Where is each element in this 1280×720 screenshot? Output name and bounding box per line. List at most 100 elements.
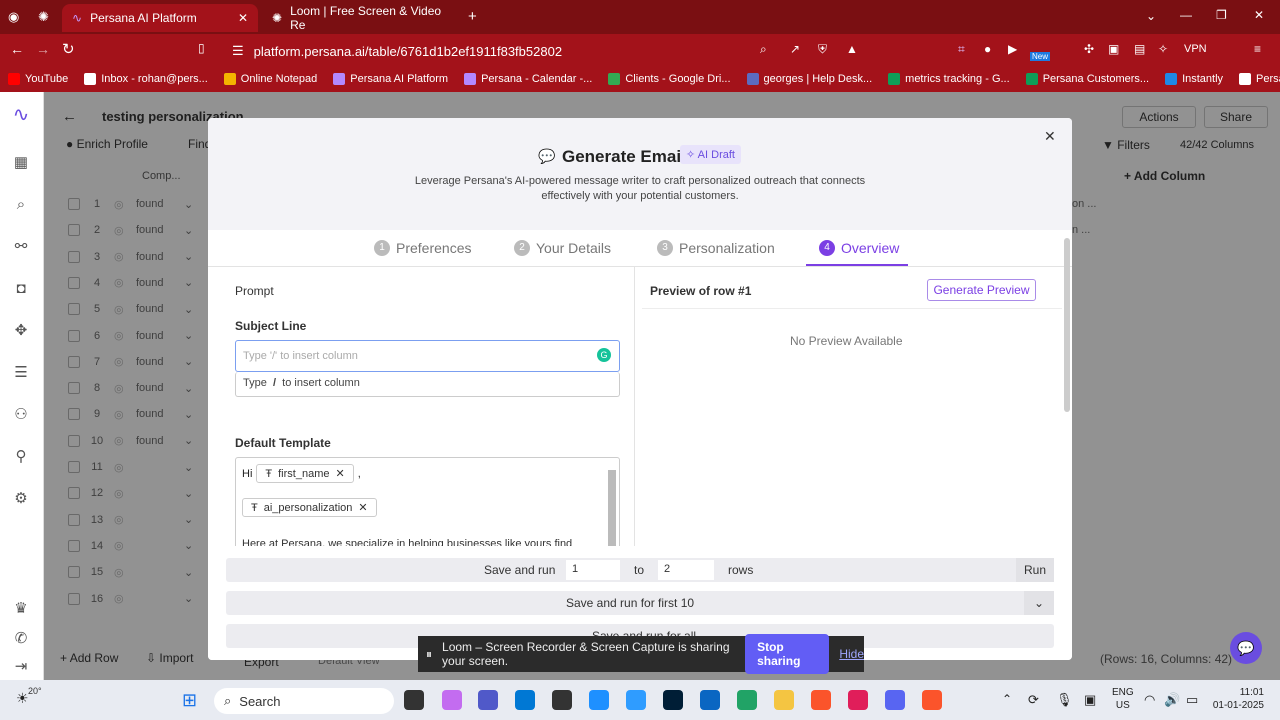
bookmark-icon[interactable]: ▯ — [198, 41, 205, 55]
forward-icon[interactable]: → — [36, 41, 50, 57]
bookmark-metrics[interactable]: metrics tracking - G... — [880, 73, 1018, 85]
loom-extension-icon[interactable]: ✺ — [38, 9, 49, 25]
search-icon[interactable]: ⌕ — [12, 196, 30, 214]
tray-chevron-icon[interactable]: ⌃ — [1002, 692, 1012, 706]
settings-icon[interactable]: ⚙ — [12, 490, 30, 508]
extensions-icon[interactable]: ✣ — [1084, 42, 1094, 56]
copilot-icon[interactable] — [442, 690, 462, 710]
step-personalization[interactable]: 3 Personalization — [657, 240, 775, 256]
bookmark-helpdesk[interactable]: georges | Help Desk... — [739, 73, 881, 85]
subject-line-input[interactable]: Type '/' to insert column G — [235, 340, 620, 372]
reload-icon[interactable]: ↻ — [62, 40, 75, 58]
language-indicator[interactable]: ENG US — [1112, 686, 1134, 712]
close-modal-icon[interactable]: ✕ — [1044, 128, 1056, 145]
outlook-icon[interactable] — [515, 690, 535, 710]
template-editor[interactable]: Hi Ŧfirst_name ✕ , Ŧai_personalization ✕ H… — [235, 457, 620, 557]
flow-icon[interactable]: ⚯ — [12, 238, 30, 256]
tab-persana[interactable]: ∿ Persana AI Platform ✕ — [62, 4, 258, 32]
bookmark-instantly[interactable]: Instantly — [1157, 73, 1231, 85]
windows-start-icon[interactable]: ⊞ — [182, 690, 197, 711]
vpn-button[interactable]: VPN — [1184, 43, 1207, 55]
users-icon[interactable]: ⚇ — [12, 406, 30, 424]
close-window-icon[interactable]: ✕ — [1254, 8, 1264, 22]
extension-icon[interactable]: ● — [984, 42, 991, 56]
leo-ai-icon[interactable]: ✧ — [1158, 42, 1168, 56]
bookmark-drive[interactable]: Clients - Google Dri... — [600, 73, 738, 85]
capture-icon[interactable]: ▣ — [1084, 692, 1096, 708]
extension-icon[interactable]: ▶ — [1008, 42, 1017, 56]
tab-loom[interactable]: ✺ Loom | Free Screen & Video Re — [262, 4, 458, 32]
chat-support-icon[interactable]: 💬 — [1230, 632, 1262, 664]
ai-personalization-chip[interactable]: Ŧai_personalization ✕ — [242, 498, 377, 517]
step-overview[interactable]: 4 Overview — [819, 240, 899, 256]
brave-rewards-icon[interactable]: ▲ — [846, 42, 858, 56]
to-row-input[interactable]: 2 — [658, 560, 714, 580]
modal-scrollbar[interactable] — [1064, 238, 1070, 412]
generate-preview-button[interactable]: Generate Preview — [927, 279, 1036, 301]
mic-icon[interactable]: 🎙 — [1056, 692, 1073, 708]
notion-icon[interactable] — [552, 690, 572, 710]
back-icon[interactable]: ← — [10, 41, 24, 57]
sync-icon[interactable]: ⟳ — [1028, 692, 1039, 708]
first-name-chip[interactable]: Ŧfirst_name ✕ — [256, 464, 354, 483]
save-run-first-10-button[interactable]: Save and run for first 10 ⌄ — [226, 591, 1054, 615]
logout-icon[interactable]: ⇥ — [12, 658, 30, 676]
phone-icon[interactable]: ✆ — [12, 630, 30, 648]
maximize-icon[interactable]: ❐ — [1216, 8, 1227, 22]
from-row-input[interactable]: 1 — [566, 560, 620, 580]
app-icon[interactable] — [737, 690, 757, 710]
battery-icon[interactable]: ▭ — [1186, 692, 1198, 708]
app-icon[interactable] — [589, 690, 609, 710]
grammarly-icon[interactable]: G — [597, 348, 611, 362]
puzzle-icon[interactable]: ✥ — [12, 322, 30, 340]
bookmark-inbox[interactable]: Inbox - rohan@pers... — [76, 73, 216, 85]
step-preferences[interactable]: 1 Preferences — [374, 240, 471, 256]
browser-menu-icon[interactable]: ◉ — [8, 9, 19, 25]
bookmark-customers[interactable]: Persana Customers... — [1018, 73, 1157, 85]
menu-icon[interactable]: ≡ — [1254, 42, 1261, 56]
volume-icon[interactable]: 🔊 — [1164, 692, 1180, 708]
bookmark-notepad[interactable]: Online Notepad — [216, 73, 325, 85]
slack-icon[interactable] — [848, 690, 868, 710]
minimize-icon[interactable]: — — [1180, 8, 1192, 22]
taskbar-search[interactable]: ⌕ Search — [214, 688, 394, 714]
bookmark-persana-ai[interactable]: Persana AI — [1231, 73, 1280, 85]
brave-shield-icon[interactable]: ⛨ — [818, 42, 827, 57]
site-info-icon[interactable]: ☰ — [232, 43, 244, 59]
new-tab-icon[interactable]: + — [468, 8, 477, 25]
template-scrollbar[interactable] — [608, 470, 616, 556]
hide-button[interactable]: Hide — [839, 647, 864, 661]
teams-icon[interactable] — [478, 690, 498, 710]
brave-icon[interactable] — [922, 690, 942, 710]
list-icon[interactable]: ☰ — [12, 364, 30, 382]
wifi-icon[interactable]: ◠ — [1144, 692, 1155, 708]
address-field[interactable]: ☰ platform.persana.ai/table/6761d1b2ef19… — [232, 40, 882, 62]
extension-icon[interactable]: ⌗ — [958, 42, 965, 57]
clock[interactable]: 11:01 01-01-2025 — [1208, 686, 1264, 712]
brave-icon[interactable] — [811, 690, 831, 710]
wallet-icon[interactable]: ▤ — [1134, 42, 1145, 56]
task-view-icon[interactable] — [404, 690, 424, 710]
photoshop-icon[interactable] — [663, 690, 683, 710]
close-tab-icon[interactable]: ✕ — [238, 11, 248, 25]
linkedin-icon[interactable] — [700, 690, 720, 710]
zoom-icon[interactable]: ⌕ — [760, 42, 767, 57]
sidebar-icon[interactable]: ▣ — [1108, 42, 1119, 56]
chevron-down-icon[interactable]: ⌄ — [1024, 591, 1054, 615]
run-button[interactable]: Run — [1016, 558, 1054, 582]
grid-icon[interactable]: ▦ — [12, 154, 30, 172]
file-explorer-icon[interactable] — [774, 690, 794, 710]
step-your-details[interactable]: 2 Your Details — [514, 240, 611, 256]
bookmark-calendar[interactable]: Persana - Calendar -... — [456, 73, 600, 85]
integrations-icon[interactable]: ⚲ — [12, 448, 30, 466]
weather-icon[interactable]: ☀ — [16, 690, 29, 707]
tab-search-icon[interactable]: ⌄ — [1146, 9, 1156, 23]
canva-icon[interactable] — [626, 690, 646, 710]
stop-sharing-button[interactable]: Stop sharing — [745, 634, 830, 674]
share-page-icon[interactable]: ↗ — [790, 42, 800, 56]
bookmark-youtube[interactable]: YouTube — [0, 73, 76, 85]
drag-handle-icon[interactable]: ⏸ — [426, 647, 432, 662]
crown-icon[interactable]: ♛ — [12, 600, 30, 618]
discord-icon[interactable] — [885, 690, 905, 710]
bot-icon[interactable]: ◘ — [12, 280, 30, 298]
